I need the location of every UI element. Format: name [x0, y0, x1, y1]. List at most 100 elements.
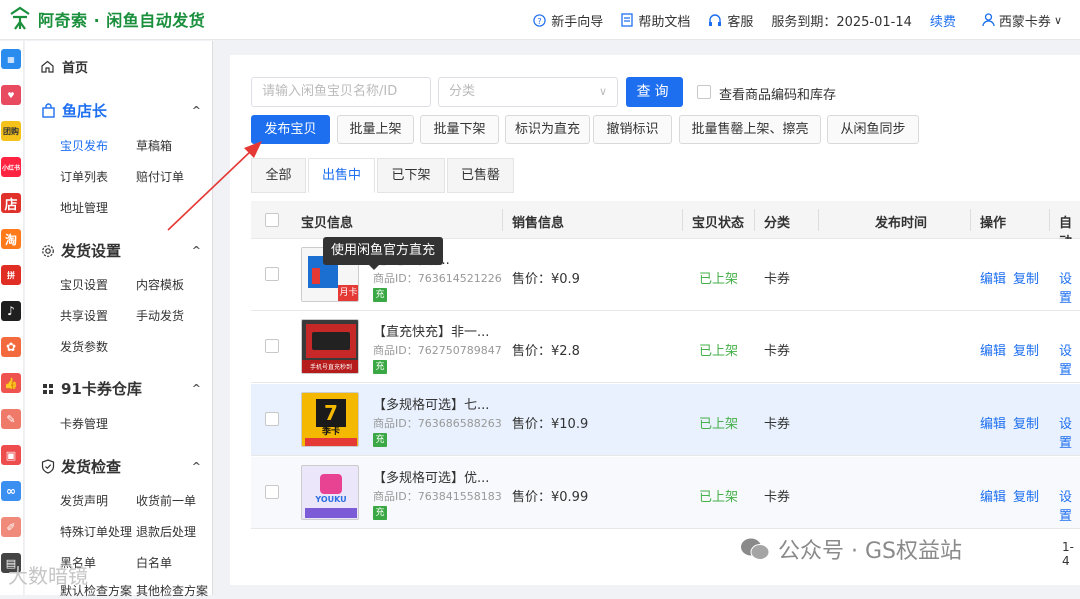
app-icon-groupbuy[interactable]: 团购 — [1, 121, 21, 141]
batch-soldout-relist-button[interactable]: 批量售罄上架、擦亮 — [679, 115, 821, 144]
row-checkbox[interactable] — [265, 485, 279, 499]
product-thumbnail[interactable]: YOUKU — [301, 465, 359, 520]
copy-link[interactable]: 复制 — [1013, 486, 1039, 505]
sidebar-item-orders[interactable]: 订单列表 — [60, 168, 108, 185]
sidebar-item-other-check[interactable]: 其他检查方案 — [136, 582, 208, 599]
grid-icon — [43, 383, 53, 394]
table-row[interactable]: 手机号直充秒到 【直充快充】非一... 商品ID：762750789847 充 … — [251, 311, 1080, 383]
category-placeholder: 分类 — [449, 84, 476, 99]
product-id: 商品ID：763614521226 — [373, 272, 502, 285]
copy-link[interactable]: 复制 — [1013, 340, 1039, 359]
column-publish-time: 发布时间 — [875, 216, 928, 231]
settings-link[interactable]: 设置 — [1059, 413, 1080, 451]
renew-link[interactable]: 续费 — [930, 11, 956, 30]
app-icon-grid[interactable]: ▦ — [1, 49, 21, 69]
sidebar-item-drafts[interactable]: 草稿箱 — [136, 137, 172, 154]
sidebar-item-delivery-statement[interactable]: 发货声明 — [60, 492, 108, 509]
product-thumbnail[interactable]: 7 季卡 — [301, 392, 359, 447]
section-title: 91卡券仓库 — [61, 380, 142, 398]
sidebar-item-address[interactable]: 地址管理 — [60, 199, 108, 216]
tab-sold-out[interactable]: 已售罄 — [447, 158, 514, 193]
sidebar-item-content-template[interactable]: 内容模板 — [136, 276, 184, 293]
app-icon-thumb[interactable]: 👍 — [1, 373, 21, 393]
user-menu[interactable]: 西蒙卡券 ∨ — [982, 11, 1062, 30]
row-checkbox[interactable] — [265, 412, 279, 426]
settings-link[interactable]: 设置 — [1059, 340, 1080, 378]
revoke-mark-button[interactable]: 撤销标识 — [593, 115, 672, 144]
sidebar-item-publish[interactable]: 宝贝发布 — [60, 137, 108, 154]
nav-customer-service[interactable]: 客服 — [708, 11, 753, 30]
sidebar-item-whitelist[interactable]: 白名单 — [136, 554, 172, 571]
sidebar-item-post-refund[interactable]: 退款后处理 — [136, 523, 196, 540]
batch-list-button[interactable]: 批量上架 — [337, 115, 414, 144]
edit-link[interactable]: 编辑 — [980, 413, 1006, 432]
publish-item-button[interactable]: 发布宝贝 — [251, 115, 330, 144]
copy-link[interactable]: 复制 — [1013, 413, 1039, 432]
product-title[interactable]: 【多规格可选】优... — [373, 467, 489, 486]
product-thumbnail[interactable]: 手机号直充秒到 — [301, 319, 359, 374]
sync-from-xianyu-button[interactable]: 从闲鱼同步 — [827, 115, 919, 144]
sidebar-item-home[interactable]: 首页 — [41, 57, 88, 76]
tab-all[interactable]: 全部 — [251, 158, 306, 193]
section-title: 发货检查 — [61, 458, 122, 476]
settings-link[interactable]: 设置 — [1059, 268, 1080, 306]
select-all-checkbox[interactable] — [265, 213, 279, 227]
app-icon-flower[interactable]: ✿ — [1, 337, 21, 357]
chevron-down-icon: ∨ — [598, 85, 607, 98]
sidebar-section-card-warehouse[interactable]: 91卡券仓库 ^ — [41, 378, 201, 399]
svg-text:?: ? — [538, 15, 542, 25]
home-icon — [41, 60, 54, 73]
mark-direct-charge-button[interactable]: 标识为直充 — [505, 115, 590, 144]
nav-help-docs[interactable]: 帮助文档 — [621, 11, 690, 30]
table-row[interactable]: 7 季卡 【多规格可选】七... 商品ID：763686588263 充 售价：… — [251, 384, 1080, 456]
show-code-checkbox[interactable] — [697, 85, 711, 99]
sidebar-section-delivery-settings[interactable]: 发货设置 ^ — [41, 240, 201, 261]
sidebar-section-delivery-check[interactable]: 发货检查 ^ — [41, 456, 201, 477]
tab-delisted[interactable]: 已下架 — [377, 158, 445, 193]
app-icon-store[interactable]: 店 — [1, 193, 21, 213]
column-divider — [970, 209, 971, 231]
app-icon-xiaohongshu[interactable]: 小红书 — [1, 157, 21, 177]
sidebar-item-special-orders[interactable]: 特殊订单处理 — [60, 523, 132, 540]
section-title: 鱼店长 — [62, 102, 108, 120]
app-icon-pinduoduo[interactable]: 拼 — [1, 265, 21, 285]
edit-link[interactable]: 编辑 — [980, 268, 1006, 287]
batch-delist-button[interactable]: 批量下架 — [420, 115, 499, 144]
sidebar-item-share-settings[interactable]: 共享设置 — [60, 307, 108, 324]
product-price: 售价：¥10.9 — [512, 417, 589, 432]
app-icon-douyin[interactable]: ♪ — [1, 301, 21, 321]
product-title[interactable]: 【多规格可选】七... — [373, 394, 489, 413]
sidebar-item-compensation[interactable]: 赔付订单 — [136, 168, 184, 185]
row-checkbox[interactable] — [265, 267, 279, 281]
sidebar-item-card-management[interactable]: 卡券管理 — [60, 415, 108, 432]
column-sales-info: 销售信息 — [512, 216, 565, 231]
product-title[interactable]: 【直充快充】非一... — [373, 321, 489, 340]
search-input[interactable]: 请输入闲鱼宝贝名称/ID — [251, 77, 431, 107]
sidebar-section-yudianzhang[interactable]: 鱼店长 ^ — [41, 100, 201, 121]
sidebar-item-item-settings[interactable]: 宝贝设置 — [60, 276, 108, 293]
edit-link[interactable]: 编辑 — [980, 486, 1006, 505]
product-id: 商品ID：762750789847 — [373, 344, 502, 357]
app-icon-heart[interactable]: ♥ — [1, 85, 21, 105]
sidebar-item-manual-delivery[interactable]: 手动发货 — [136, 307, 184, 324]
app-icon-box[interactable]: ▣ — [1, 445, 21, 465]
query-button[interactable]: 查询 — [626, 77, 683, 107]
app-icon-pen[interactable]: ✐ — [1, 517, 21, 537]
category-select[interactable]: 分类 ∨ — [438, 77, 618, 107]
row-checkbox[interactable] — [265, 339, 279, 353]
nav-guide[interactable]: ? 新手向导 — [533, 11, 603, 30]
tab-on-sale[interactable]: 出售中 — [308, 158, 375, 193]
brand-logo[interactable]: 阿奇索 · 闲鱼自动发货 — [8, 6, 205, 32]
copy-link[interactable]: 复制 — [1013, 268, 1039, 287]
sidebar-item-pre-receipt[interactable]: 收货前一单 — [136, 492, 196, 509]
user-icon — [982, 13, 995, 27]
sidebar-item-delivery-params[interactable]: 发货参数 — [60, 338, 108, 355]
top-bar: 阿奇索 · 闲鱼自动发货 ? 新手向导 帮助文档 客服 服务到期：2025-01… — [0, 0, 1080, 40]
edit-link[interactable]: 编辑 — [980, 340, 1006, 359]
app-icon-taobao[interactable]: 淘 — [1, 229, 21, 249]
settings-link[interactable]: 设置 — [1059, 486, 1080, 524]
watermark-text: 公众号 · GS权益站 — [778, 539, 962, 564]
app-icon-link[interactable]: ∞ — [1, 481, 21, 501]
table-row[interactable]: YOUKU 【多规格可选】优... 商品ID：763841558183 充 售价… — [251, 457, 1080, 529]
app-icon-edit[interactable]: ✎ — [1, 409, 21, 429]
